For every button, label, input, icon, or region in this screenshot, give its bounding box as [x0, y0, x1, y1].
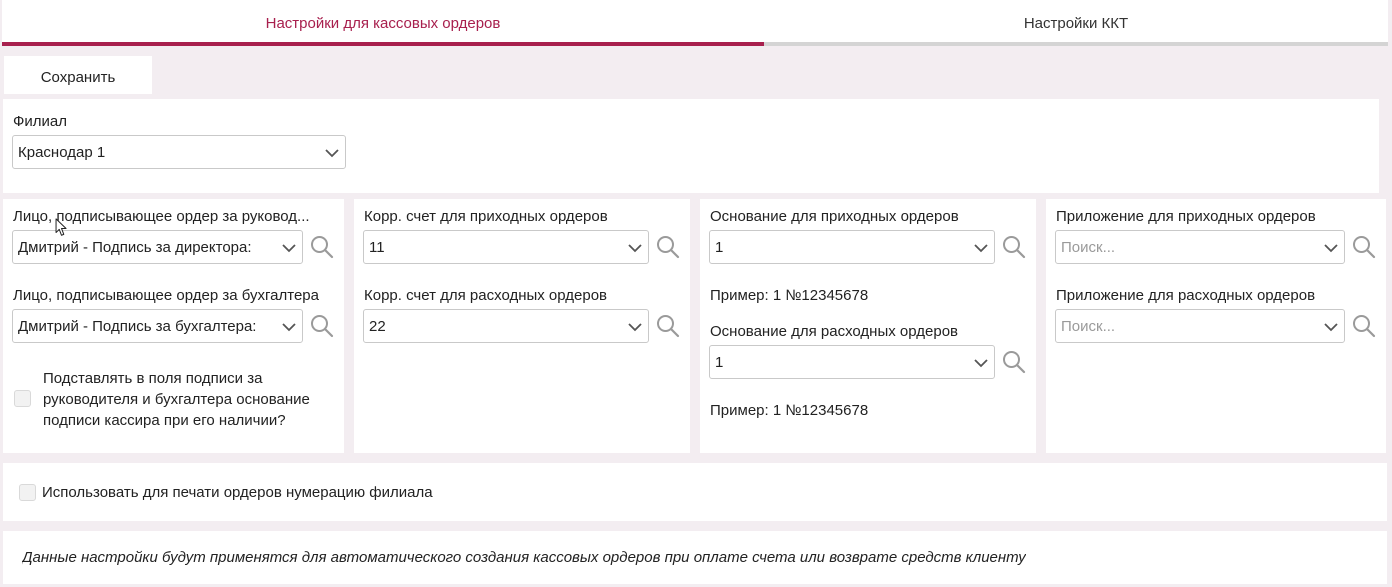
tab-active-indicator — [2, 42, 764, 46]
income-basis-label: Основание для приходных ордеров — [710, 208, 959, 225]
numbering-panel: Использовать для печати ордеров нумераци… — [3, 463, 1387, 521]
income-account-select[interactable]: 11 — [363, 230, 649, 264]
search-icon[interactable] — [655, 234, 681, 260]
branch-numbering-checkbox[interactable] — [19, 484, 36, 501]
expense-attachment-select[interactable]: Поиск... — [1055, 309, 1345, 343]
search-icon[interactable] — [1001, 234, 1027, 260]
tab-kkt-settings[interactable]: Настройки ККТ — [764, 0, 1388, 46]
income-basis-value: 1 — [715, 238, 724, 256]
search-icon[interactable] — [309, 313, 335, 339]
chevron-down-icon — [628, 244, 642, 253]
expense-basis-value: 1 — [715, 353, 724, 371]
income-account-label: Корр. счет для приходных ордеров — [364, 208, 608, 225]
save-button[interactable]: Сохранить — [4, 56, 152, 94]
income-basis-select[interactable]: 1 — [709, 230, 995, 264]
expense-account-value: 22 — [369, 317, 386, 335]
basis-panel: Основание для приходных ордеров 1 Пример… — [700, 199, 1036, 453]
expense-basis-label: Основание для расходных ордеров — [710, 323, 959, 340]
tab-inactive-indicator — [764, 42, 1388, 46]
expense-basis-example: Пример: 1 №12345678 — [710, 402, 869, 419]
income-attachment-placeholder: Поиск... — [1061, 238, 1116, 256]
attachments-panel: Приложение для приходных ордеров Поиск..… — [1046, 199, 1386, 453]
income-attachment-label: Приложение для приходных ордеров — [1056, 208, 1316, 225]
chevron-down-icon — [282, 323, 296, 332]
expense-basis-select[interactable]: 1 — [709, 345, 995, 379]
chevron-down-icon — [974, 244, 988, 253]
search-icon[interactable] — [309, 234, 335, 260]
branch-panel: Филиал Краснодар 1 — [3, 99, 1379, 193]
substitute-signature-checkbox[interactable] — [14, 390, 31, 407]
branch-numbering-label: Использовать для печати ордеров нумераци… — [42, 484, 433, 501]
director-signer-value: Дмитрий - Подпись за директора: — [18, 238, 252, 256]
expense-account-select[interactable]: 22 — [363, 309, 649, 343]
search-icon[interactable] — [1001, 349, 1027, 375]
branch-select[interactable]: Краснодар 1 — [12, 135, 346, 169]
branch-select-value: Краснодар 1 — [18, 143, 106, 161]
chevron-down-icon — [1324, 323, 1338, 332]
accountant-signer-select[interactable]: Дмитрий - Подпись за бухгалтера: — [12, 309, 303, 343]
accountant-signer-value: Дмитрий - Подпись за бухгалтера: — [18, 317, 257, 335]
income-account-value: 11 — [369, 238, 385, 256]
search-icon[interactable] — [1351, 313, 1377, 339]
accounts-panel: Корр. счет для приходных ордеров 11 Корр… — [354, 199, 690, 453]
branch-label: Филиал — [13, 113, 68, 130]
accountant-signer-label: Лицо, подписывающее ордер за бухгалтера — [13, 287, 319, 304]
tab-cash-orders-label: Настройки для кассовых ордеров — [265, 14, 501, 32]
search-icon[interactable] — [1351, 234, 1377, 260]
tab-cash-orders-settings[interactable]: Настройки для кассовых ордеров — [2, 0, 764, 46]
expense-account-label: Корр. счет для расходных ордеров — [364, 287, 608, 304]
chevron-down-icon — [1324, 244, 1338, 253]
save-button-label: Сохранить — [40, 68, 116, 86]
income-attachment-select[interactable]: Поиск... — [1055, 230, 1345, 264]
search-icon[interactable] — [655, 313, 681, 339]
info-note: Данные настройки будут применятся для ав… — [22, 549, 1026, 566]
chevron-down-icon — [325, 149, 339, 158]
expense-attachment-placeholder: Поиск... — [1061, 317, 1116, 335]
substitute-signature-label: Подставлять в поля подписи за руководите… — [43, 370, 310, 429]
chevron-down-icon — [628, 323, 642, 332]
expense-attachment-label: Приложение для расходных ордеров — [1056, 287, 1316, 304]
tab-kkt-label: Настройки ККТ — [1023, 14, 1129, 32]
mouse-cursor-icon — [55, 218, 67, 236]
chevron-down-icon — [282, 244, 296, 253]
note-panel: Данные настройки будут применятся для ав… — [3, 531, 1387, 584]
income-basis-example: Пример: 1 №12345678 — [710, 287, 869, 304]
chevron-down-icon — [974, 359, 988, 368]
